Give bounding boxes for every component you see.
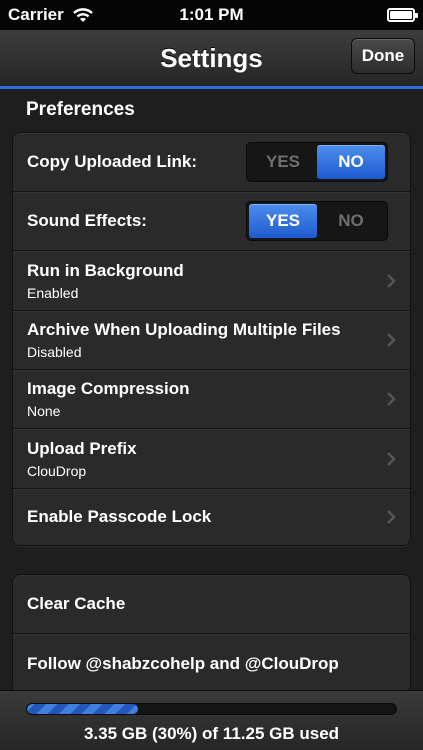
toggle-yes-option[interactable]: YES [249, 145, 317, 179]
upload-prefix-value: ClouDrop [27, 462, 87, 479]
page-title: Settings [160, 42, 263, 73]
follow-label: Follow @shabzcohelp and @ClouDrop [27, 653, 339, 673]
follow-row[interactable]: Follow @shabzcohelp and @ClouDrop [13, 634, 410, 690]
status-bar: Carrier 1:01 PM [0, 0, 423, 30]
archive-multiple-value: Disabled [27, 344, 82, 360]
passcode-lock-title: Enable Passcode Lock [27, 507, 212, 526]
status-left: Carrier [8, 5, 94, 25]
section-header-preferences: Preferences [26, 99, 135, 120]
upload-prefix-title: Upload Prefix [27, 438, 137, 458]
storage-bar: 3.35 GB (30%) of 11.25 GB used [0, 690, 423, 750]
image-compression-value: None [27, 403, 61, 419]
image-compression-title: Image Compression [27, 379, 190, 398]
storage-usage-text: 3.35 GB (30%) of 11.25 GB used [83, 724, 340, 743]
run-in-background-row[interactable]: Run in Background Enabled [13, 251, 410, 311]
chevron-right-icon [387, 333, 396, 347]
sound-effects-toggle[interactable]: YES NO [246, 201, 388, 241]
carrier-label: Carrier [8, 5, 64, 24]
chevron-right-icon [387, 392, 396, 406]
clear-cache-label: Clear Cache [27, 594, 126, 613]
copy-uploaded-link-toggle[interactable]: YES NO [246, 142, 388, 182]
archive-multiple-row[interactable]: Archive When Uploading Multiple Files Di… [13, 311, 410, 370]
wifi-icon [72, 8, 93, 22]
copy-uploaded-link-row: Copy Uploaded Link: YES NO [13, 133, 410, 192]
clear-cache-row[interactable]: Clear Cache [13, 575, 410, 634]
settings-content[interactable]: Preferences Copy Uploaded Link: YES NO S… [0, 89, 423, 690]
toggle-yes-option[interactable]: YES [249, 204, 317, 238]
run-in-background-value: Enabled [27, 284, 79, 301]
passcode-lock-row[interactable]: Enable Passcode Lock [13, 489, 410, 545]
done-button[interactable]: Done [351, 38, 415, 74]
nav-bar: Settings Done [0, 30, 423, 86]
archive-multiple-title: Archive When Uploading Multiple Files [27, 320, 341, 339]
toggle-no-option[interactable]: NO [317, 204, 385, 238]
run-in-background-title: Run in Background [27, 260, 184, 280]
battery-icon [387, 8, 418, 22]
chevron-right-icon [387, 273, 396, 288]
image-compression-row[interactable]: Image Compression None [13, 370, 410, 429]
sound-effects-row: Sound Effects: YES NO [13, 192, 410, 251]
actions-group: Clear Cache Follow @shabzcohelp and @Clo… [12, 574, 411, 690]
toggle-no-option[interactable]: NO [317, 145, 385, 179]
chevron-right-icon [387, 451, 396, 466]
preferences-group: Copy Uploaded Link: YES NO Sound Effects… [12, 132, 411, 546]
storage-progress-fill [27, 704, 138, 714]
chevron-right-icon [387, 510, 396, 524]
storage-progress-bar [26, 703, 397, 715]
upload-prefix-row[interactable]: Upload Prefix ClouDrop [13, 429, 410, 489]
